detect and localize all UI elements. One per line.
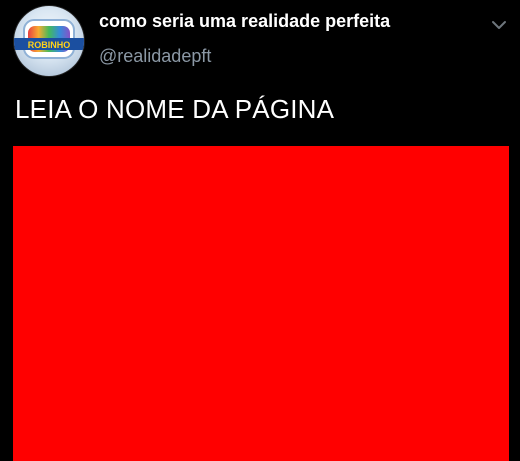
more-options-button[interactable]	[488, 14, 510, 36]
tweet-text: LEIA O NOME DA PÁGINA	[15, 94, 335, 124]
tweet-card: ROBINHO como seria uma realidade perfeit…	[0, 0, 520, 461]
svg-text:ROBINHO: ROBINHO	[28, 40, 71, 50]
tweet-media-image[interactable]	[13, 146, 509, 461]
avatar[interactable]: ROBINHO	[14, 6, 84, 76]
display-name[interactable]: como seria uma realidade perfeita	[99, 11, 390, 32]
chevron-down-icon	[492, 21, 506, 29]
avatar-logo-icon: ROBINHO	[14, 19, 84, 59]
user-handle[interactable]: @realidadepft	[99, 46, 211, 67]
